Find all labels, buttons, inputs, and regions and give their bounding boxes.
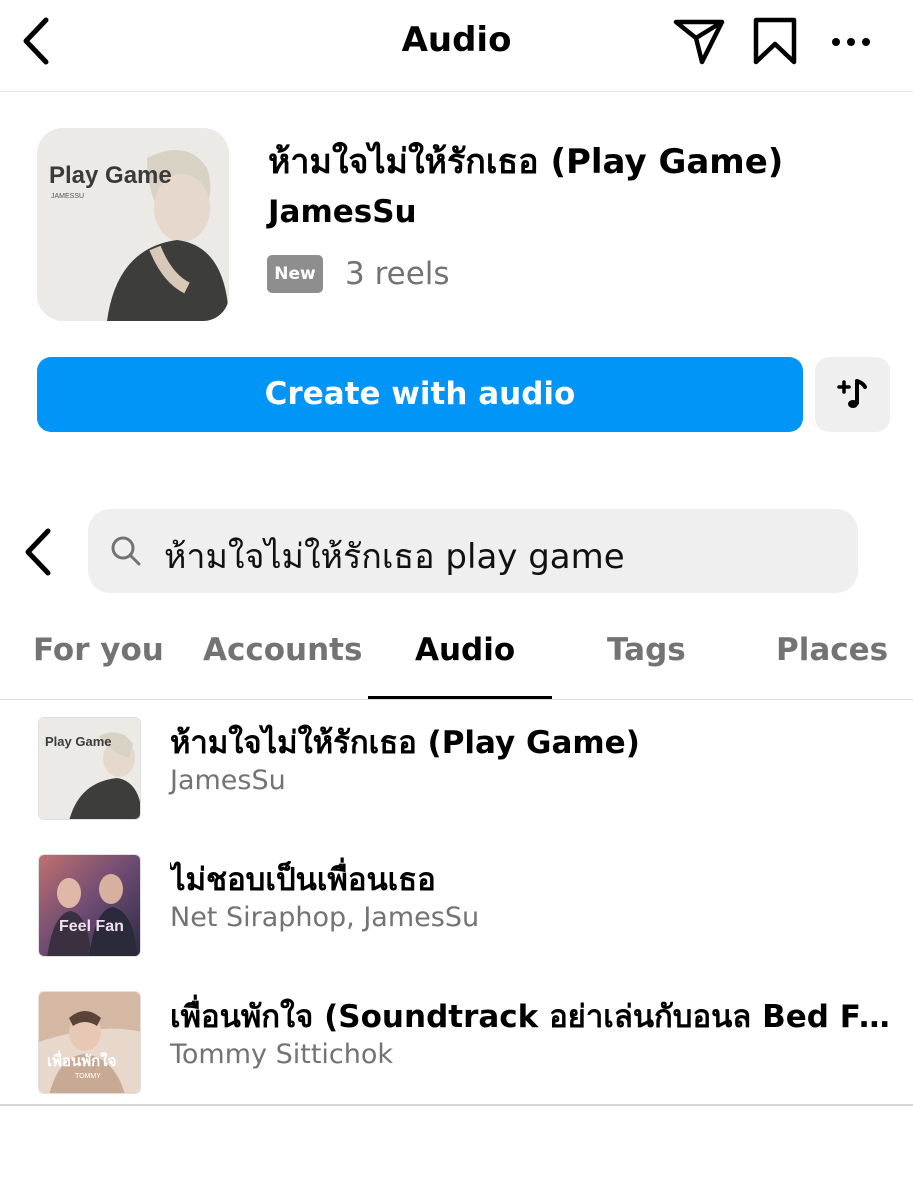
result-cover-text: เพื่อนพักใจ: [47, 1050, 116, 1070]
result-cover-art: Play Game: [38, 717, 141, 820]
cover-subtext: JAMESSU: [51, 193, 84, 200]
search-back-icon[interactable]: [18, 525, 62, 579]
cover-text: Play Game: [49, 162, 172, 189]
create-with-audio-button[interactable]: Create with audio: [37, 357, 803, 432]
result-cover-art: เพื่อนพักใจ TOMMY: [38, 991, 141, 1094]
audio-cover-art: Play Game JAMESSU: [37, 128, 229, 321]
tab-audio[interactable]: Audio: [415, 632, 515, 668]
tab-for-you[interactable]: For you: [33, 632, 164, 668]
search-input[interactable]: ห้ามใจไม่ให้รักเธอ play game: [88, 509, 858, 593]
more-options-icon[interactable]: [826, 22, 876, 62]
tab-accounts[interactable]: Accounts: [203, 632, 362, 668]
result-title: เพื่อนพักใจ (Soundtrack อย่าเล่นกับอนล B…: [170, 999, 895, 1035]
result-cover-subtext: TOMMY: [75, 1073, 101, 1080]
top-bar: Audio: [0, 0, 913, 92]
search-tabs: For you Accounts Audio Tags Places: [0, 610, 913, 700]
tab-tags[interactable]: Tags: [607, 632, 686, 668]
active-tab-indicator: [368, 696, 552, 699]
tab-places[interactable]: Places: [776, 632, 888, 668]
result-cover-text: Play Game: [45, 734, 112, 749]
new-badge: New: [267, 255, 323, 293]
audio-title: ห้ามใจไม่ให้รักเธอ (Play Game): [268, 142, 784, 182]
list-item[interactable]: เพื่อนพักใจ TOMMY เพื่อนพักใจ (Soundtrac…: [0, 979, 913, 1097]
result-artist: Tommy Sittichok: [170, 1039, 394, 1070]
divider: [0, 1104, 913, 1106]
bookmark-icon[interactable]: [750, 14, 800, 68]
add-music-icon: [837, 379, 867, 408]
result-title: ห้ามใจไม่ให้รักเธอ (Play Game): [170, 725, 640, 761]
reels-count: 3 reels: [345, 256, 450, 292]
result-title: ไม่ชอบเป็นเพื่อนเธอ: [170, 862, 436, 898]
result-cover-art: Feel Fan: [38, 854, 141, 957]
audio-artist[interactable]: JamesSu: [268, 194, 417, 230]
list-item[interactable]: Feel Fan ไม่ชอบเป็นเพื่อนเธอ Net Sirapho…: [0, 842, 913, 960]
search-icon: [108, 533, 144, 569]
send-icon[interactable]: [672, 14, 726, 68]
search-query-text: ห้ามใจไม่ให้รักเธอ play game: [164, 537, 625, 577]
list-item[interactable]: Play Game ห้ามใจไม่ให้รักเธอ (Play Game)…: [0, 705, 913, 823]
result-artist: Net Siraphop, JamesSu: [170, 902, 480, 933]
add-music-button[interactable]: [815, 357, 890, 432]
result-cover-text: Feel Fan: [59, 918, 124, 935]
result-artist: JamesSu: [170, 765, 286, 796]
